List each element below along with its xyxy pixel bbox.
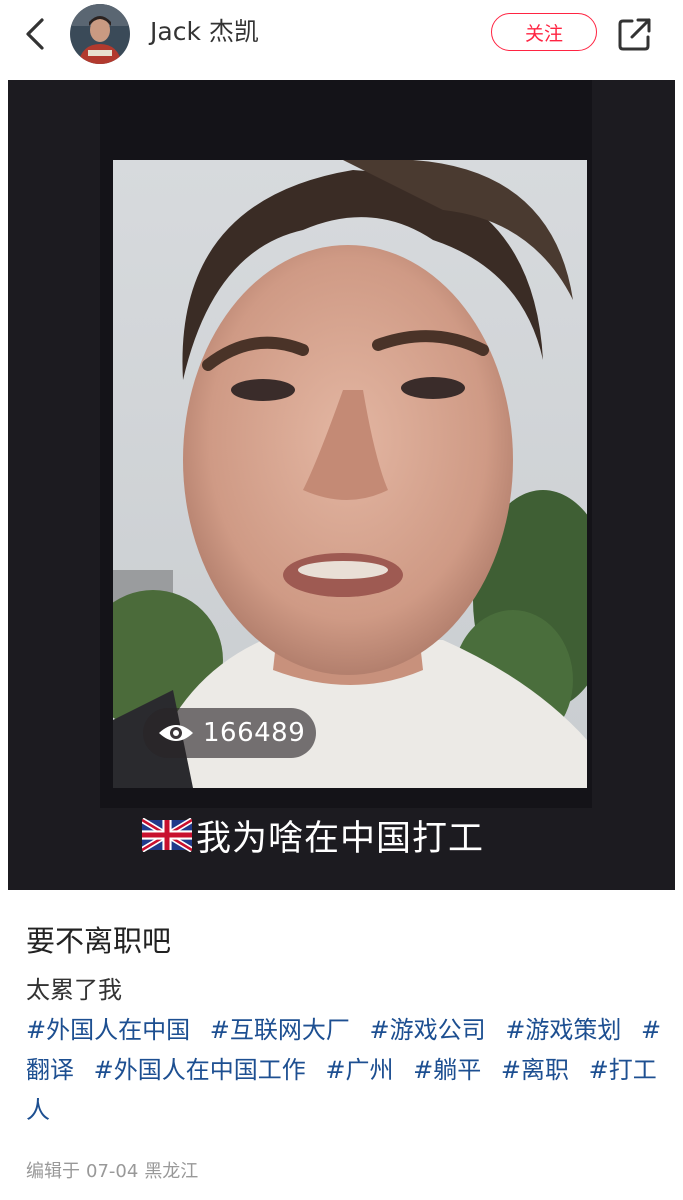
- hashtag-link[interactable]: #互联网大厂: [210, 1016, 350, 1044]
- post-body: 太累了我: [26, 976, 122, 1004]
- follow-button[interactable]: 关注: [491, 13, 597, 51]
- share-button[interactable]: [615, 14, 655, 54]
- back-arrow-icon: [26, 18, 44, 50]
- hashtag-link[interactable]: #外国人在中国: [26, 1016, 190, 1044]
- post-meta: 编辑于 07-04 黑龙江: [26, 1157, 204, 1183]
- post-title: 要不离职吧: [26, 924, 172, 958]
- view-count-badge: 166489: [143, 708, 316, 758]
- hashtag-link[interactable]: #广州: [325, 1056, 393, 1084]
- hashtag-link[interactable]: #离职: [501, 1056, 569, 1084]
- video-thumbnail: [113, 160, 587, 788]
- share-icon: [618, 18, 651, 51]
- video-player[interactable]: 166489 我为啥在中国打工: [8, 80, 675, 890]
- caption-text: 我为啥在中国打工: [196, 818, 485, 859]
- video-caption: 我为啥在中国打工: [142, 811, 484, 859]
- edited-date: 07-04: [86, 1161, 139, 1182]
- back-button[interactable]: [18, 14, 54, 54]
- author-name[interactable]: Jack 杰凯: [150, 16, 259, 48]
- eye-icon: [159, 725, 193, 741]
- author-avatar[interactable]: [70, 4, 130, 64]
- post-tags: #外国人在中国 #互联网大厂 #游戏公司 #游戏策划 #翻译 #外国人在中国工作…: [26, 1010, 666, 1130]
- hashtag-link[interactable]: #外国人在中国工作: [94, 1056, 306, 1084]
- post-location: 黑龙江: [144, 1161, 199, 1182]
- hashtag-link[interactable]: #游戏策划: [505, 1016, 621, 1044]
- hashtag-link[interactable]: #游戏公司: [370, 1016, 486, 1044]
- uk-flag-icon: [142, 818, 192, 852]
- view-count: 166489: [203, 718, 306, 748]
- top-bar: Jack 杰凯 关注: [0, 0, 683, 78]
- edited-label: 编辑于: [26, 1161, 80, 1182]
- hashtag-link[interactable]: #躺平: [413, 1056, 481, 1084]
